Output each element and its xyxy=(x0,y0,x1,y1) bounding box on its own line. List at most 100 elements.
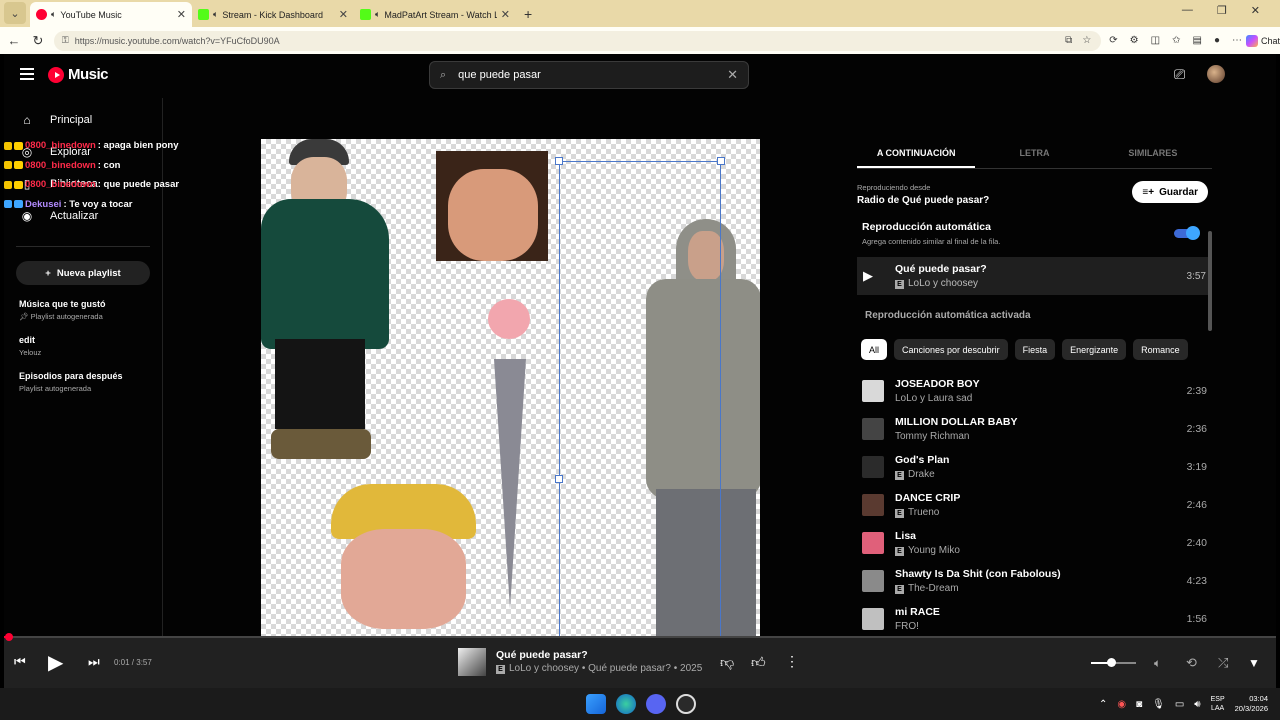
tab-lyrics[interactable]: LETRA xyxy=(975,139,1093,168)
queue-row[interactable]: JOSEADOR BOY LoLo y Laura sad 2:39 xyxy=(857,372,1212,410)
copilot-chat-button[interactable]: Chat xyxy=(1245,34,1280,47)
chip-party[interactable]: Fiesta xyxy=(1014,339,1056,360)
playlist-item[interactable]: edit Yelouz xyxy=(4,335,162,357)
close-tab-icon[interactable]: ✕ xyxy=(339,8,348,21)
selection-handle[interactable] xyxy=(555,157,563,165)
now-playing-row[interactable]: ▶ Qué puede pasar? E LoLo y choosey 3:57 xyxy=(857,257,1212,295)
new-playlist-button[interactable]: + Nueva playlist xyxy=(16,261,150,285)
microphone-icon[interactable]: 🎙︎ xyxy=(1152,699,1165,710)
track-artist-text: Trueno xyxy=(908,507,940,518)
favorite-star-icon[interactable]: ☆ xyxy=(1082,35,1091,46)
track-thumbnail[interactable] xyxy=(862,608,884,630)
queue-row[interactable]: Shawty Is Da Shit (con Fabolous) E The-Dre… xyxy=(857,562,1212,600)
queue-row[interactable]: mi RACE FRO! 1:56 xyxy=(857,600,1212,630)
like-icon[interactable]: 👍︎ xyxy=(751,654,766,671)
close-window-button[interactable]: ✕ xyxy=(1251,4,1260,17)
favorites-icon[interactable]: ✩ xyxy=(1172,35,1180,46)
next-icon[interactable]: ⏭ xyxy=(88,654,100,670)
collections-icon[interactable]: ▤ xyxy=(1192,35,1201,46)
video-artwork[interactable] xyxy=(261,139,760,639)
tray-app-icon[interactable]: ◉ xyxy=(1117,699,1126,710)
speaker-icon[interactable]: 🔈︎ xyxy=(51,9,56,20)
expand-player-icon[interactable]: ▼ xyxy=(1248,656,1260,670)
track-thumbnail[interactable] xyxy=(458,648,486,676)
tab-up-next[interactable]: A CONTINUACIÓN xyxy=(857,139,976,168)
speaker-icon[interactable]: 🔈︎ xyxy=(213,9,218,20)
volume-icon[interactable]: 🔈︎ xyxy=(1154,656,1161,671)
extensions-icon[interactable]: ⚙ xyxy=(1130,35,1139,46)
windows-start-icon[interactable] xyxy=(586,694,606,714)
clock[interactable]: 03:04 20/3/2026 xyxy=(1235,694,1268,714)
track-thumbnail[interactable] xyxy=(862,456,884,478)
play-icon[interactable]: ▶ xyxy=(863,268,883,284)
cast-icon[interactable]: ⎚ xyxy=(1174,66,1185,83)
tab-kick-dashboard[interactable]: 🔈︎ Stream - Kick Dashboard ✕ xyxy=(192,2,354,27)
queue-row[interactable]: MILLION DOLLAR BABY Tommy Richman 2:36 xyxy=(857,410,1212,448)
address-bar[interactable]: ⚿ https://music.youtube.com/watch?v=YFuC… xyxy=(53,30,1102,51)
shuffle-icon[interactable]: ⤮ xyxy=(1218,655,1228,671)
site-info-icon[interactable]: ⚿ xyxy=(62,35,69,46)
track-thumbnail[interactable] xyxy=(862,494,884,516)
queue-row[interactable]: God's Plan E Drake 3:19 xyxy=(857,448,1212,486)
playlist-item[interactable]: Música que te gustó 📌︎ Playlist autogene… xyxy=(4,299,162,321)
tab-youtube-music[interactable]: 🔈︎ YouTube Music ✕ xyxy=(30,2,192,27)
player-track-subtitle-text[interactable]: LoLo y choosey • Qué puede pasar? • 2025 xyxy=(509,663,702,674)
profile-icon[interactable]: ● xyxy=(1214,35,1220,46)
playlist-item[interactable]: Episodios para después Playlist autogene… xyxy=(4,371,162,393)
player-track-title[interactable]: Qué puede pasar? xyxy=(496,649,702,661)
search-input[interactable]: que puede pasar xyxy=(458,69,541,81)
menu-icon[interactable] xyxy=(20,68,34,83)
previous-icon[interactable]: ⏮ xyxy=(14,654,26,670)
dislike-icon[interactable]: 👎︎ xyxy=(720,654,734,671)
edge-icon[interactable] xyxy=(616,694,636,714)
selection-handle[interactable] xyxy=(555,475,563,483)
chip-energizing[interactable]: Energizante xyxy=(1062,339,1127,360)
more-options-icon[interactable]: ⋮ xyxy=(785,653,799,670)
autoplay-toggle[interactable] xyxy=(1174,226,1200,240)
sidebar-item-principal[interactable]: ⌂ Principal xyxy=(4,104,162,136)
refresh-icon[interactable]: ↻ xyxy=(28,33,48,49)
chip-all[interactable]: All xyxy=(861,339,888,360)
obs-icon[interactable] xyxy=(676,694,696,714)
queue-scrollbar[interactable] xyxy=(1208,231,1212,671)
close-tab-icon[interactable]: ✕ xyxy=(501,8,510,21)
speaker-icon[interactable]: 🔈︎ xyxy=(375,9,380,20)
repeat-icon[interactable]: ⟲ xyxy=(1186,655,1197,671)
track-thumbnail[interactable] xyxy=(862,532,884,554)
more-menu-icon[interactable]: ⋯ xyxy=(1232,35,1242,46)
tab-madpatart-stream[interactable]: 🔈︎ MadPatArt Stream - Watch Li... ✕ xyxy=(354,2,516,27)
progress-knob[interactable] xyxy=(5,633,13,641)
tab-related[interactable]: SIMILARES xyxy=(1094,139,1212,168)
youtube-music-logo[interactable]: Music xyxy=(48,66,109,83)
queue-row[interactable]: Lisa E Young Miko 2:40 xyxy=(857,524,1212,562)
maximize-button[interactable]: ❐ xyxy=(1217,4,1227,17)
volume-slider[interactable] xyxy=(1091,658,1136,667)
chevron-up-icon[interactable]: ⌃ xyxy=(1099,699,1107,710)
queue-row[interactable]: DANCE CRIP E Trueno 2:46 xyxy=(857,486,1212,524)
track-thumbnail[interactable] xyxy=(862,418,884,440)
close-tab-icon[interactable]: ✕ xyxy=(177,8,186,21)
discord-icon[interactable] xyxy=(646,694,666,714)
track-thumbnail[interactable] xyxy=(862,380,884,402)
refresh-page-icon[interactable]: ⟳ xyxy=(1109,35,1117,46)
language-indicator[interactable]: ESP LAA xyxy=(1211,695,1225,713)
split-screen-icon[interactable]: ◫ xyxy=(1151,35,1160,46)
minimize-button[interactable]: — xyxy=(1182,4,1193,17)
tab-actions-button[interactable]: ⌄ xyxy=(4,2,26,24)
discord-tray-icon[interactable]: ◙ xyxy=(1136,699,1142,710)
track-thumbnail[interactable] xyxy=(862,570,884,592)
app-install-icon[interactable]: ⧉ xyxy=(1065,35,1072,46)
speaker-tray-icon[interactable]: 🔊︎ xyxy=(1194,699,1200,710)
search-box[interactable]: ⌕ que puede pasar ✕ xyxy=(429,61,749,89)
clear-search-icon[interactable]: ✕ xyxy=(727,67,738,83)
play-icon[interactable]: ▶ xyxy=(48,650,63,675)
new-tab-button[interactable]: + xyxy=(516,6,540,27)
selection-handle[interactable] xyxy=(717,157,725,165)
network-icon[interactable]: ▭ xyxy=(1175,699,1184,710)
chip-discover[interactable]: Canciones por descubrir xyxy=(894,339,1008,360)
progress-bar[interactable] xyxy=(4,633,1276,641)
chip-romance[interactable]: Romance xyxy=(1133,339,1188,360)
save-button[interactable]: ≡+ Guardar xyxy=(1132,181,1208,203)
avatar[interactable] xyxy=(1207,65,1225,83)
back-icon[interactable]: ← xyxy=(4,33,24,48)
